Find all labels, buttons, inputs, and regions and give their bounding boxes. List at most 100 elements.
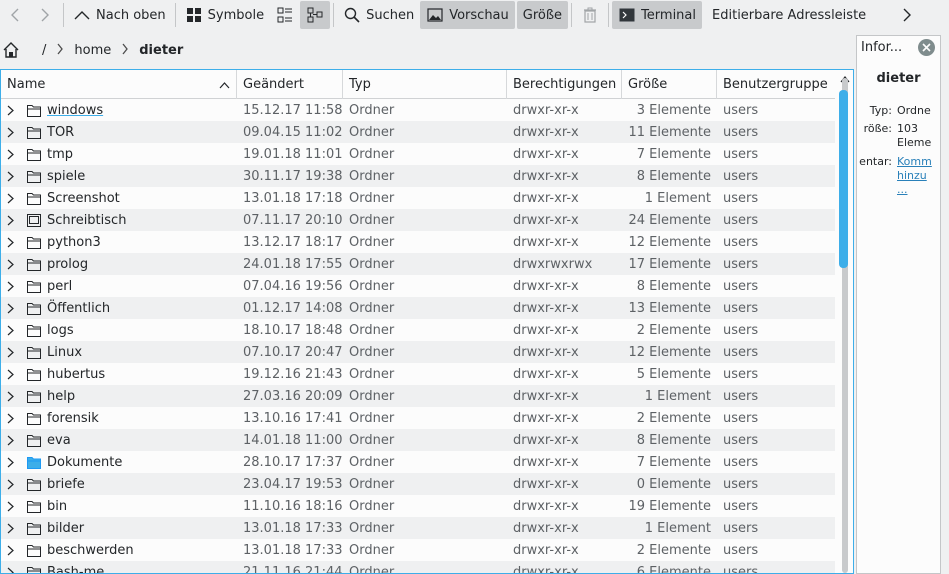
expand-chevron-icon[interactable] xyxy=(3,473,17,495)
table-row[interactable]: briefe 23.04.17 19:53 Ordner drwxr-xr-x 0 El… xyxy=(1,473,835,495)
table-row[interactable]: forensik 13.10.16 17:41 Ordner drwxr-xr-x 2 … xyxy=(1,407,835,429)
column-header-modified[interactable]: Geändert xyxy=(237,70,343,99)
expand-chevron-icon[interactable] xyxy=(3,539,17,561)
table-row[interactable]: Linux 07.10.17 20:47 Ordner drwxr-xr-x 12 El… xyxy=(1,341,835,363)
file-name[interactable]: Screenshot xyxy=(47,191,120,206)
file-name[interactable]: Schreibtisch xyxy=(47,213,126,228)
expand-chevron-icon[interactable] xyxy=(3,517,17,539)
expand-chevron-icon[interactable] xyxy=(3,451,17,473)
expand-chevron-icon[interactable] xyxy=(3,341,17,363)
column-header-type[interactable]: Typ xyxy=(343,70,507,99)
column-header-group[interactable]: Benutzergruppe xyxy=(717,70,835,99)
column-header-name[interactable]: Name xyxy=(1,70,237,99)
file-name[interactable]: beschwerden xyxy=(47,543,134,558)
file-name[interactable]: hubertus xyxy=(47,367,105,382)
table-row[interactable]: Bash-me 21.11.16 21:44 Ordner drwxr-xr-x 6 E… xyxy=(1,561,835,574)
table-row[interactable]: python3 13.12.17 18:17 Ordner drwxr-xr-x 12 … xyxy=(1,231,835,253)
file-name[interactable]: Öffentlich xyxy=(47,301,110,316)
table-row[interactable]: help 27.03.16 20:09 Ordner drwxr-xr-x 1 Elem… xyxy=(1,385,835,407)
expand-chevron-icon[interactable] xyxy=(3,231,17,253)
expand-chevron-icon[interactable] xyxy=(3,253,17,275)
name-cell: tmp xyxy=(1,143,237,165)
add-comment-link-3[interactable]: ... xyxy=(897,183,940,197)
expand-chevron-icon[interactable] xyxy=(3,143,17,165)
up-button[interactable]: Nach oben xyxy=(67,1,172,29)
add-comment-link-2[interactable]: hinzu xyxy=(897,169,940,183)
file-name[interactable]: tmp xyxy=(47,147,73,162)
file-name[interactable]: briefe xyxy=(47,477,85,492)
vertical-scrollbar[interactable] xyxy=(837,70,853,573)
table-row[interactable]: Öffentlich 01.12.17 14:08 Ordner drwxr-xr-x… xyxy=(1,297,835,319)
expand-chevron-icon[interactable] xyxy=(3,275,17,297)
permissions-cell: drwxr-xr-x xyxy=(513,454,579,470)
home-crumb-button[interactable] xyxy=(0,36,24,64)
table-row[interactable]: beschwerden 13.01.18 17:33 Ordner drwxr-xr-… xyxy=(1,539,835,561)
table-row[interactable]: hubertus 19.12.16 21:43 Ordner drwxr-xr-x 5 … xyxy=(1,363,835,385)
search-button[interactable]: Suchen xyxy=(337,1,420,29)
scrollbar-thumb[interactable] xyxy=(839,90,848,268)
file-name[interactable]: help xyxy=(47,389,75,404)
editable-address-button[interactable]: Editierbare Adressleiste xyxy=(706,1,872,29)
file-name[interactable]: python3 xyxy=(47,235,101,250)
table-row[interactable]: tmp 19.01.18 11:01 Ordner drwxr-xr-x 7 Eleme… xyxy=(1,143,835,165)
file-name[interactable]: windows xyxy=(47,103,103,118)
details-view-button[interactable] xyxy=(300,1,331,29)
expand-chevron-icon[interactable] xyxy=(3,495,17,517)
expand-chevron-icon[interactable] xyxy=(3,561,17,573)
file-name[interactable]: TOR xyxy=(47,125,74,140)
file-name[interactable]: eva xyxy=(47,433,71,448)
expand-chevron-icon[interactable] xyxy=(3,297,17,319)
table-row[interactable]: bilder 13.01.18 17:33 Ordner drwxr-xr-x 1 El… xyxy=(1,517,835,539)
expand-chevron-icon[interactable] xyxy=(3,209,17,231)
expand-chevron-icon[interactable] xyxy=(3,121,17,143)
table-row[interactable]: prolog 24.01.18 17:55 Ordner drwxrwxrwx 17 E… xyxy=(1,253,835,275)
table-row[interactable]: Schreibtisch 07.11.17 20:10 Ordner drwxr-xr… xyxy=(1,209,835,231)
file-name[interactable]: bilder xyxy=(47,521,84,536)
file-name[interactable]: logs xyxy=(47,323,74,338)
icons-view-button[interactable]: Symbole xyxy=(179,1,270,29)
table-row[interactable]: perl 07.04.16 19:56 Ordner drwxr-xr-x 8 Elem… xyxy=(1,275,835,297)
table-row[interactable]: bin 11.10.16 18:16 Ordner drwxr-xr-x 19 Elem… xyxy=(1,495,835,517)
file-name[interactable]: prolog xyxy=(47,257,88,272)
breadcrumb-home[interactable]: home xyxy=(70,36,115,64)
table-row[interactable]: windows 15.12.17 11:58 Ordner drwxr-xr-x 3 E… xyxy=(1,99,835,121)
file-view[interactable]: Name Geändert Typ Berechtigungen Größe B… xyxy=(0,69,854,574)
permissions-cell: drwxr-xr-x xyxy=(513,322,579,338)
forward-button[interactable] xyxy=(30,1,60,29)
column-header-size[interactable]: Größe xyxy=(622,70,717,99)
delete-button[interactable] xyxy=(575,1,605,29)
expand-chevron-icon[interactable] xyxy=(3,363,17,385)
compact-view-button[interactable] xyxy=(270,1,300,29)
file-name[interactable]: spiele xyxy=(47,169,85,184)
expand-chevron-icon[interactable] xyxy=(3,165,17,187)
table-row[interactable]: Dokumente 28.10.17 17:37 Ordner drwxr-xr-x 7… xyxy=(1,451,835,473)
table-row[interactable]: spiele 30.11.17 19:38 Ordner drwxr-xr-x 8 El… xyxy=(1,165,835,187)
table-row[interactable]: logs 18.10.17 18:48 Ordner drwxr-xr-x 2 Elem… xyxy=(1,319,835,341)
expand-chevron-icon[interactable] xyxy=(3,187,17,209)
file-name[interactable]: Bash-me xyxy=(47,565,104,574)
expand-chevron-icon[interactable] xyxy=(3,319,17,341)
column-header-permissions[interactable]: Berechtigungen xyxy=(507,70,622,99)
close-panel-button[interactable] xyxy=(918,39,935,56)
toolbar-overflow-button[interactable] xyxy=(892,1,922,29)
file-name[interactable]: Linux xyxy=(47,345,82,360)
table-row[interactable]: eva 14.01.18 11:00 Ordner drwxr-xr-x 8 Eleme… xyxy=(1,429,835,451)
expand-chevron-icon[interactable] xyxy=(3,99,17,121)
file-name[interactable]: perl xyxy=(47,279,72,294)
back-button[interactable] xyxy=(0,1,30,29)
breadcrumb-current[interactable]: dieter xyxy=(135,36,187,64)
expand-chevron-icon[interactable] xyxy=(3,407,17,429)
table-row[interactable]: Screenshot 13.01.18 17:18 Ordner drwxr-xr-x… xyxy=(1,187,835,209)
expand-chevron-icon[interactable] xyxy=(3,385,17,407)
terminal-button[interactable]: Terminal xyxy=(612,1,703,29)
file-name[interactable]: Dokumente xyxy=(47,455,122,470)
add-comment-link[interactable]: Komm xyxy=(897,155,940,169)
preview-button[interactable]: Vorschau xyxy=(420,1,515,29)
column-header: Name Geändert Typ Berechtigungen Größe B… xyxy=(1,70,835,99)
file-name[interactable]: forensik xyxy=(47,411,99,426)
breadcrumb-root[interactable]: / xyxy=(38,36,50,64)
size-button[interactable]: Größe xyxy=(516,1,569,29)
expand-chevron-icon[interactable] xyxy=(3,429,17,451)
table-row[interactable]: TOR 09.04.15 11:02 Ordner drwxr-xr-x 11 Elem… xyxy=(1,121,835,143)
file-name[interactable]: bin xyxy=(47,499,67,514)
